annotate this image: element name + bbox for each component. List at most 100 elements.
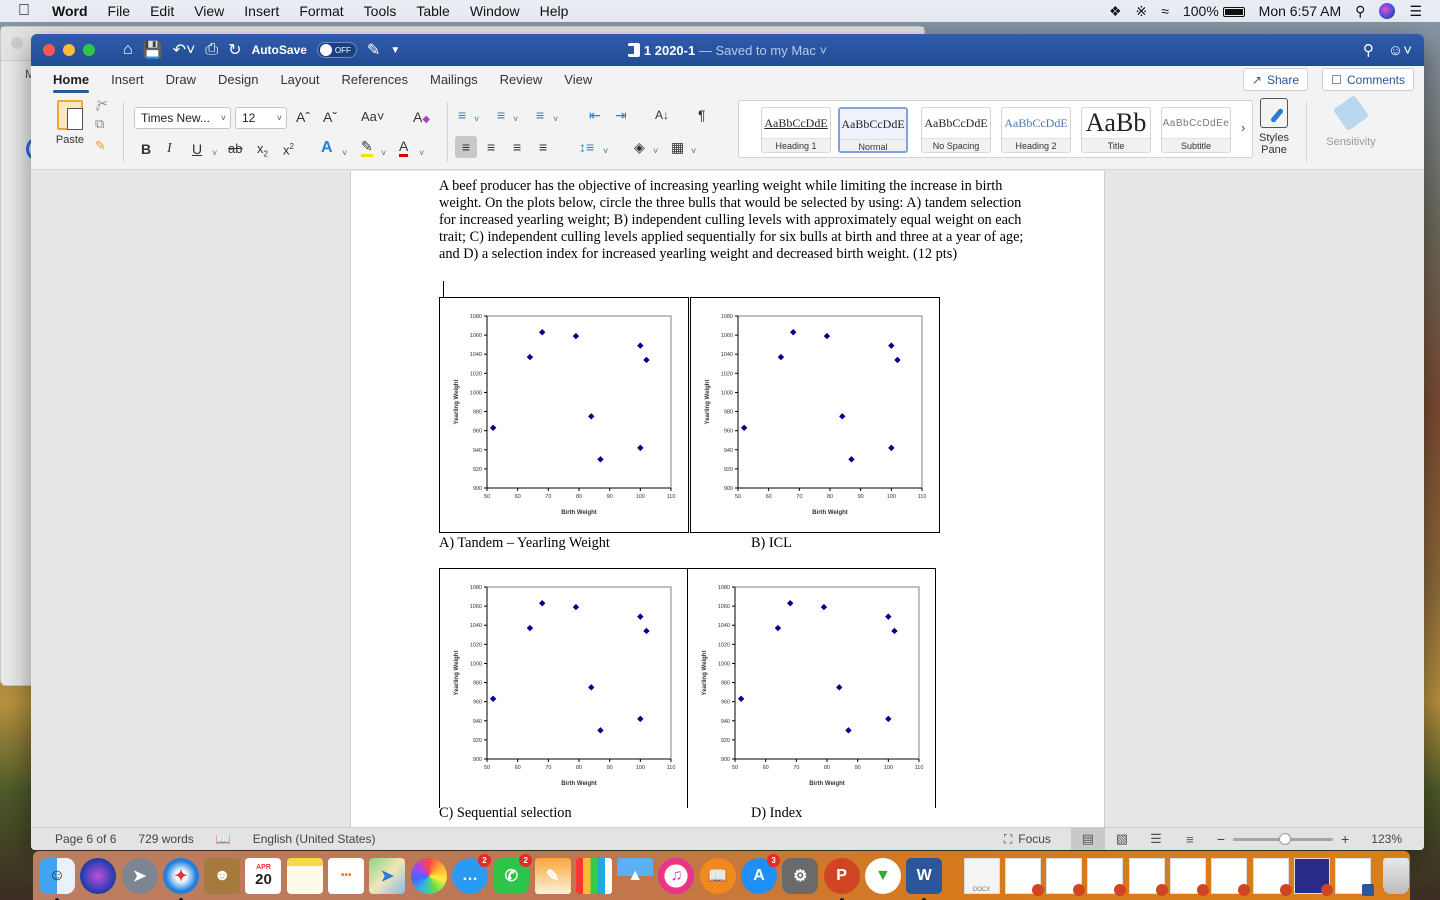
dock-calendar[interactable]: APR 20: [245, 857, 282, 894]
dock-books[interactable]: 📖: [699, 857, 736, 894]
dock-recent-doc[interactable]: DOCX: [963, 857, 1000, 894]
menu-table[interactable]: Table: [416, 3, 449, 19]
dock-contacts[interactable]: ☻: [204, 857, 241, 894]
search-icon[interactable]: ⚲: [1363, 41, 1374, 59]
change-case-icon[interactable]: Aa˅: [361, 108, 385, 126]
dock-word[interactable]: W: [906, 857, 943, 900]
plot-cell-a[interactable]: 900 920 940 960 980 1000 1020 1040 1060 1080 50 60 7…: [439, 297, 689, 533]
print-icon[interactable]: ⎙: [205, 41, 218, 59]
save-icon[interactable]: 💾: [143, 40, 163, 60]
tab-design[interactable]: Design: [207, 66, 269, 94]
highlight-color-icon[interactable]: ✎: [361, 138, 373, 157]
comments-button[interactable]: ☐ Comments: [1322, 68, 1414, 91]
shading-chevron-icon[interactable]: ˅: [653, 142, 658, 160]
menu-insert[interactable]: Insert: [244, 3, 279, 19]
maximize-window-button[interactable]: [83, 44, 95, 56]
borders-icon[interactable]: ▦: [671, 138, 684, 156]
menu-view[interactable]: View: [194, 3, 224, 19]
minimize-window-button[interactable]: [63, 44, 75, 56]
dock-autoupdate[interactable]: ▼: [864, 857, 901, 894]
style-title[interactable]: AaBb Title: [1081, 107, 1151, 153]
dock-pages[interactable]: ✎: [534, 857, 571, 894]
align-center-button[interactable]: ≡: [487, 138, 495, 156]
subscript-button[interactable]: x2: [257, 140, 268, 164]
spotlight-icon[interactable]: ⚲: [1355, 3, 1365, 20]
dock-siri[interactable]: [80, 857, 117, 894]
multilevel-list-icon[interactable]: ≡: [536, 106, 544, 124]
tab-mailings[interactable]: Mailings: [419, 66, 489, 94]
battery-status[interactable]: 100%: [1183, 3, 1245, 19]
clock[interactable]: Mon 6:57 AM: [1259, 3, 1342, 19]
menu-format[interactable]: Format: [299, 3, 343, 19]
strikethrough-button[interactable]: ab: [228, 140, 242, 158]
home-icon[interactable]: ⌂: [123, 41, 133, 59]
line-spacing-icon[interactable]: ↕≡: [579, 138, 594, 156]
bold-button[interactable]: B: [141, 140, 151, 158]
wifi-icon[interactable]: ≈: [1161, 3, 1169, 19]
italic-button[interactable]: I: [167, 140, 172, 158]
styles-pane-button[interactable]: Styles Pane: [1254, 98, 1294, 156]
numbering-icon[interactable]: ≡: [497, 106, 505, 124]
dock-launchpad[interactable]: ➤: [121, 857, 158, 894]
background-window-close[interactable]: [11, 37, 23, 49]
styles-gallery-next-icon[interactable]: ›: [1241, 120, 1245, 135]
tab-home[interactable]: Home: [42, 66, 100, 94]
dock-recent-pptx[interactable]: [1004, 857, 1044, 896]
dock-recent-docx[interactable]: [1335, 857, 1375, 896]
tab-references[interactable]: References: [331, 66, 419, 94]
decrease-indent-icon[interactable]: ⇤: [589, 106, 601, 124]
plot-cell-b[interactable]: 900 920 940 960 980 1000 1020 1040 1060 1080 50 60 7…: [690, 297, 940, 533]
numbering-chevron-icon[interactable]: ˅: [513, 110, 518, 128]
text-effects-chevron-icon[interactable]: ˅: [342, 144, 347, 162]
dock-recent-pptx[interactable]: [1293, 857, 1333, 896]
font-size-select[interactable]: 12 ˅: [235, 107, 287, 129]
show-formatting-marks-icon[interactable]: ¶: [698, 106, 706, 124]
document-area[interactable]: A beef producer has the objective of inc…: [31, 171, 1424, 827]
menu-file[interactable]: File: [108, 3, 131, 19]
menu-app-name[interactable]: Word: [52, 3, 88, 19]
dock-reminders[interactable]: •••: [328, 857, 365, 894]
notification-center-icon[interactable]: ☰: [1409, 3, 1422, 20]
share-button[interactable]: ↗ Share: [1242, 68, 1308, 91]
undo-icon[interactable]: ↶˅: [173, 40, 196, 60]
bullets-icon[interactable]: ≡: [458, 106, 466, 124]
save-status[interactable]: — Saved to my Mac: [699, 43, 816, 58]
dropbox-icon[interactable]: ❖: [1109, 3, 1122, 20]
dock-numbers[interactable]: [575, 857, 612, 894]
shrink-font-icon[interactable]: Aˇ: [323, 108, 337, 126]
cut-icon[interactable]: ✂: [97, 96, 108, 112]
dock-system-preferences[interactable]: ⚙: [782, 857, 819, 894]
style-normal[interactable]: AaBbCcDdE Normal: [838, 107, 908, 153]
zoom-level[interactable]: 123%: [1371, 832, 1402, 846]
word-count[interactable]: 729 words: [138, 832, 193, 846]
superscript-button[interactable]: x2: [283, 138, 294, 159]
dock-powerpoint[interactable]: P: [823, 857, 860, 900]
dock-recent-pptx[interactable]: [1046, 857, 1086, 896]
dock-recent-pptx[interactable]: [1128, 857, 1168, 896]
question-paragraph[interactable]: A beef producer has the objective of inc…: [439, 178, 1029, 263]
dock-recent-pptx[interactable]: [1252, 857, 1292, 896]
style-heading-1[interactable]: AaBbCcDdE Heading 1: [761, 107, 831, 153]
plot-cell-c[interactable]: 900 920 940 960 980 1000 1020 1040 1060 1080 50 60 7…: [439, 568, 688, 808]
sensitivity-button[interactable]: Sensitivity: [1319, 94, 1383, 148]
highlight-chevron-icon[interactable]: ˅: [381, 144, 386, 162]
bluetooth-icon[interactable]: ※: [1136, 3, 1148, 20]
siri-icon[interactable]: [1379, 3, 1396, 19]
style-heading-2[interactable]: AaBbCcDdE Heading 2: [1001, 107, 1071, 153]
plot-cell-d[interactable]: 900 920 940 960 980 1000 1020 1040 1060 1080 50 60 7…: [687, 568, 936, 808]
customize-toolbar-icon[interactable]: ▼: [390, 45, 400, 56]
document-page[interactable]: A beef producer has the objective of inc…: [350, 171, 1105, 827]
page-count[interactable]: Page 6 of 6: [55, 832, 116, 846]
proofing-icon[interactable]: 📖: [216, 832, 231, 846]
line-spacing-chevron-icon[interactable]: ˅: [603, 142, 608, 160]
menu-help[interactable]: Help: [540, 3, 569, 19]
web-layout-view-button[interactable]: ▧: [1105, 828, 1139, 850]
outline-view-button[interactable]: ☰: [1139, 828, 1173, 850]
feedback-smiley-icon[interactable]: ☺˅: [1388, 42, 1412, 59]
dock-recent-pptx[interactable]: [1170, 857, 1210, 896]
borders-chevron-icon[interactable]: ˅: [691, 142, 696, 160]
style-subtitle[interactable]: AaBbCcDdEe Subtitle: [1161, 107, 1231, 153]
grow-font-icon[interactable]: Aˆ: [296, 108, 310, 126]
align-left-button[interactable]: ≡: [455, 136, 477, 158]
style-no-spacing[interactable]: AaBbCcDdE No Spacing: [921, 107, 991, 153]
